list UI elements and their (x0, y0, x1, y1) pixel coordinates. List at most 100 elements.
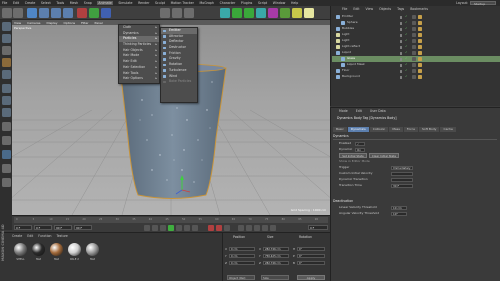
object-row[interactable]: Light ✓ (332, 32, 500, 38)
autokey-icon[interactable] (216, 225, 222, 231)
object-row[interactable]: Light ✓ (332, 38, 500, 44)
attribute-row[interactable]: Angular Velocity Threshold 10° (335, 211, 495, 217)
size-field[interactable]: 282.746 cm (263, 247, 289, 252)
object-row[interactable]: Floor ✓ (332, 68, 500, 74)
material-menu-item[interactable]: Texture (56, 234, 67, 238)
size-mode-select[interactable]: Size (261, 275, 289, 280)
menu-item-1[interactable]: Edit (13, 1, 19, 5)
object-manager-menu-item[interactable]: File (342, 7, 347, 11)
y-axis-icon[interactable] (89, 8, 99, 18)
tweak-mode-icon[interactable] (1, 136, 11, 145)
workplane-icon[interactable] (1, 70, 11, 79)
tag-icon[interactable] (418, 45, 422, 49)
render-view-icon[interactable] (160, 8, 170, 18)
material-swatch[interactable] (68, 243, 81, 256)
object-manager-menu-item[interactable]: Tags (397, 7, 404, 11)
pla-key-icon[interactable] (270, 225, 276, 231)
clear-initial-state-button[interactable]: Clear Initial State (369, 153, 399, 158)
goto-start-icon[interactable] (144, 225, 150, 231)
menu-item-12[interactable]: MoGraph (200, 1, 214, 5)
position-key-icon[interactable] (238, 225, 244, 231)
tag-icon[interactable] (418, 75, 422, 79)
position-field[interactable]: 0 cm (229, 247, 255, 252)
record-icon[interactable] (208, 225, 214, 231)
menu-item-4[interactable]: Tools (56, 1, 64, 5)
menu-item-0[interactable]: File (2, 1, 7, 5)
attribute-row[interactable]: Transition Time 30 F (335, 183, 495, 189)
material-menu-item[interactable]: Function (38, 234, 51, 238)
menu-item-10[interactable]: Sculpt (155, 1, 165, 5)
attribute-value[interactable]: 10 cm (391, 205, 407, 210)
tag-icon[interactable] (418, 63, 422, 67)
attribute-tab[interactable]: Basic (333, 127, 347, 132)
attribute-row[interactable]: Dynamic Transition (335, 177, 495, 183)
move-icon[interactable] (39, 8, 49, 18)
preview-end-field[interactable]: 90 F (74, 225, 92, 230)
tag-icon[interactable] (412, 51, 416, 55)
attribute-row[interactable]: Dynamic On (335, 147, 495, 153)
attribute-row[interactable]: Enabled ✓ (335, 141, 495, 147)
attribute-tab[interactable]: Cache (440, 127, 456, 132)
simulate-menu-item[interactable]: Hair Options ▸ (119, 76, 159, 82)
locked-workplane-icon[interactable] (1, 164, 11, 173)
tag-icon[interactable] (412, 63, 416, 67)
object-manager-menu-item[interactable]: Bookmarks (410, 7, 428, 11)
cube-icon[interactable] (220, 8, 230, 18)
tag-icon[interactable] (418, 57, 422, 61)
timeline-ruler[interactable]: 0 5 10 15 20 25 30 35 40 45 50 55 60 65 70 75 80 85 90 (14, 217, 328, 223)
tag-icon[interactable] (418, 21, 422, 25)
menu-item-2[interactable]: Create (25, 1, 36, 5)
object-row[interactable]: Liquid Mask ✓ (332, 62, 500, 68)
attribute-value[interactable] (391, 171, 413, 176)
menu-item-13[interactable]: Character (220, 1, 236, 5)
tag-icon[interactable] (418, 39, 422, 43)
viewport-menu-item[interactable]: View (14, 21, 21, 25)
tag-icon[interactable] (412, 21, 416, 25)
snap-icon[interactable] (1, 150, 11, 159)
texture-mode-icon[interactable] (1, 58, 11, 67)
attribute-value[interactable]: Immediately (391, 165, 413, 170)
menu-item-8[interactable]: Simulate (118, 1, 132, 5)
object-manager-menu-item[interactable]: View (366, 7, 374, 11)
x-axis-icon[interactable] (77, 8, 87, 18)
attribute-row[interactable]: Trigger Immediately (335, 165, 495, 171)
tag-icon[interactable] (418, 51, 422, 55)
array-icon[interactable] (256, 8, 266, 18)
play-icon[interactable] (168, 225, 174, 231)
scale-key-icon[interactable] (246, 225, 252, 231)
menu-item-11[interactable]: Motion Tracker (171, 1, 194, 5)
scene-icon[interactable] (280, 8, 290, 18)
attribute-value[interactable]: On (355, 147, 365, 152)
menu-item-15[interactable]: Script (258, 1, 267, 5)
object-row[interactable]: Bubbles ✓ (332, 26, 500, 32)
object-row[interactable]: Glass ✓ (332, 56, 500, 62)
tag-icon[interactable] (418, 69, 422, 73)
next-frame-icon[interactable] (176, 225, 182, 231)
planar-workplane-icon[interactable] (1, 178, 11, 187)
tag-icon[interactable] (412, 69, 416, 73)
attribute-menu-item[interactable]: Edit (356, 109, 362, 113)
viewport-menu-item[interactable]: Panel (95, 21, 103, 25)
material-menu-item[interactable]: Create (12, 234, 22, 238)
nurbs-icon[interactable] (244, 8, 254, 18)
attribute-row[interactable]: Linear Velocity Threshold 10 cm (335, 205, 495, 211)
viewport-menu-item[interactable]: Display (46, 21, 57, 25)
z-axis-icon[interactable] (101, 8, 111, 18)
goto-end-icon[interactable] (192, 225, 198, 231)
menu-item-6[interactable]: Snap (84, 1, 92, 5)
attribute-tab[interactable]: Dynamics (347, 127, 369, 132)
set-initial-state-button[interactable]: Set Initial State (339, 153, 367, 158)
size-field[interactable]: 750.425 cm (263, 254, 289, 259)
end-frame-field[interactable]: 90 F (54, 225, 72, 230)
tag-icon[interactable] (418, 27, 422, 31)
object-manager-menu-item[interactable]: Objects (379, 7, 391, 11)
attribute-value[interactable]: 10° (391, 211, 407, 216)
viewport-menu-item[interactable]: Options (64, 21, 76, 25)
edges-mode-icon[interactable] (1, 96, 11, 105)
particles-menu-item[interactable]: Bake Particles (161, 79, 197, 85)
model-mode-icon[interactable] (1, 34, 11, 43)
live-selection-icon[interactable] (27, 8, 37, 18)
tag-icon[interactable] (418, 15, 422, 19)
menu-item-3[interactable]: Select (41, 1, 51, 5)
keyframe-selection-icon[interactable] (224, 225, 230, 231)
